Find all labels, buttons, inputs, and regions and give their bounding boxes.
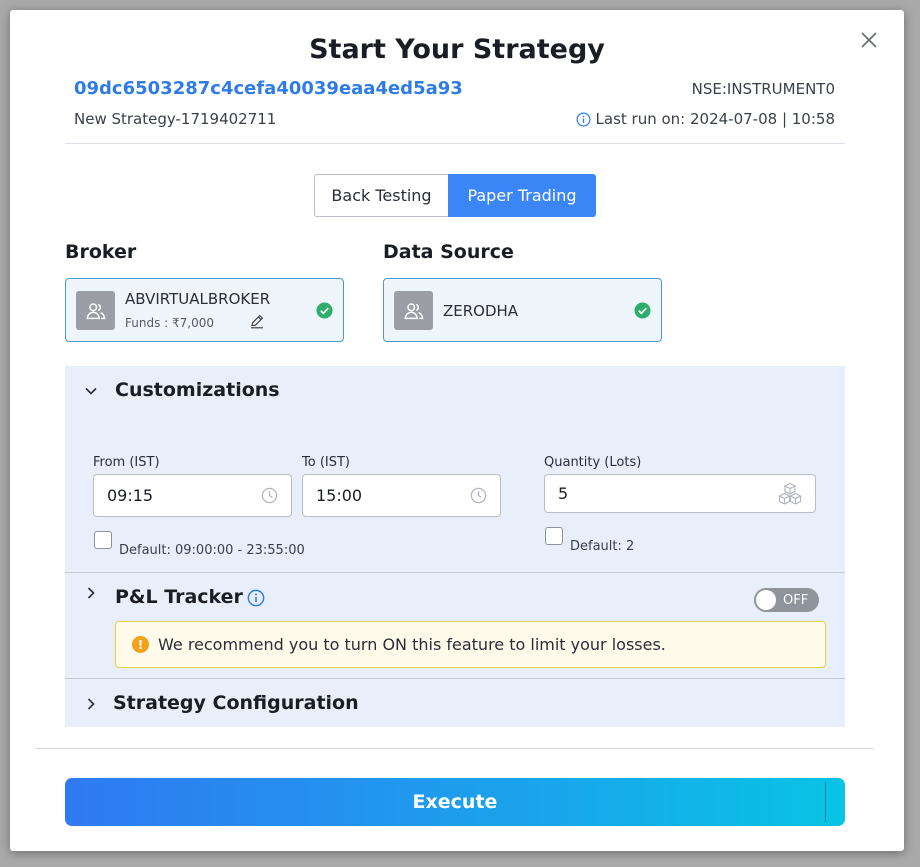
clock-icon bbox=[261, 487, 278, 504]
chevron-right-icon bbox=[87, 587, 95, 599]
broker-card[interactable]: ABVIRTUALBROKER Funds : ₹7,000 bbox=[65, 278, 344, 342]
clock-icon bbox=[470, 487, 487, 504]
quantity-default-label: Default: 2 bbox=[570, 539, 635, 554]
chevron-right-icon bbox=[87, 698, 95, 710]
last-run-text: Last run on: 2024-07-08 | 10:58 bbox=[595, 110, 835, 128]
toggle-knob bbox=[756, 590, 776, 610]
header-divider bbox=[65, 143, 845, 144]
execute-button[interactable]: Execute bbox=[65, 778, 845, 826]
to-time-input[interactable]: 15:00 bbox=[302, 474, 501, 517]
footer-divider bbox=[35, 748, 874, 749]
tab-back-testing[interactable]: Back Testing bbox=[314, 174, 448, 217]
instrument-label: NSE:INSTRUMENT0 bbox=[691, 80, 835, 98]
info-icon bbox=[576, 112, 591, 126]
pnl-tracker-header[interactable]: P&L Tracker bbox=[65, 573, 845, 613]
modal-title: Start Your Strategy bbox=[309, 34, 605, 65]
start-strategy-modal: Start Your Strategy 09dc6503287c4cefa400… bbox=[10, 10, 904, 851]
to-time-value: 15:00 bbox=[316, 486, 363, 505]
strategy-name: New Strategy-1719402711 bbox=[74, 110, 277, 128]
pnl-warning-text: We recommend you to turn ON this feature… bbox=[158, 635, 666, 654]
quantity-label: Quantity (Lots) bbox=[544, 455, 642, 470]
time-default-checkbox[interactable] bbox=[94, 531, 112, 549]
tab-paper-trading[interactable]: Paper Trading bbox=[448, 174, 596, 217]
from-time-value: 09:15 bbox=[107, 486, 154, 505]
chevron-down-icon bbox=[85, 387, 97, 395]
broker-funds: Funds : ₹7,000 bbox=[125, 316, 214, 330]
edit-icon[interactable] bbox=[249, 313, 265, 329]
broker-heading: Broker bbox=[65, 241, 137, 263]
last-run-info: Last run on: 2024-07-08 | 10:58 bbox=[576, 110, 835, 128]
to-label: To (IST) bbox=[302, 455, 350, 470]
from-time-input[interactable]: 09:15 bbox=[93, 474, 292, 517]
check-circle-icon bbox=[634, 302, 651, 319]
customizations-title: Customizations bbox=[115, 379, 280, 401]
pnl-warning-banner: ! We recommend you to turn ON this featu… bbox=[115, 621, 826, 668]
pnl-tracker-toggle[interactable]: OFF bbox=[754, 588, 819, 612]
data-source-card[interactable]: ZERODHA bbox=[383, 278, 662, 342]
cubes-icon bbox=[778, 482, 802, 505]
mode-tabs: Back Testing Paper Trading bbox=[314, 174, 596, 217]
data-source-name: ZERODHA bbox=[443, 302, 519, 320]
strategy-configuration-title: Strategy Configuration bbox=[113, 692, 359, 714]
data-source-heading: Data Source bbox=[383, 241, 514, 263]
strategy-id-link[interactable]: 09dc6503287c4cefa40039eaa4ed5a93 bbox=[74, 78, 463, 99]
toggle-state-label: OFF bbox=[783, 593, 809, 608]
quantity-input[interactable]: 5 bbox=[544, 474, 816, 513]
warning-icon: ! bbox=[132, 636, 149, 653]
settings-panel: Customizations From (IST) 09:15 To (IST)… bbox=[65, 366, 845, 727]
from-label: From (IST) bbox=[93, 455, 160, 470]
button-separator bbox=[825, 782, 826, 822]
user-icon bbox=[76, 291, 115, 330]
pnl-tracker-title: P&L Tracker bbox=[115, 586, 243, 608]
quantity-value: 5 bbox=[558, 484, 569, 503]
strategy-configuration-header[interactable]: Strategy Configuration bbox=[65, 679, 845, 727]
quantity-default-checkbox[interactable] bbox=[545, 527, 563, 545]
info-icon[interactable] bbox=[247, 589, 265, 607]
execute-label: Execute bbox=[412, 791, 498, 813]
broker-name: ABVIRTUALBROKER bbox=[125, 290, 271, 308]
time-default-label: Default: 09:00:00 - 23:55:00 bbox=[119, 543, 305, 558]
customizations-header[interactable]: Customizations bbox=[65, 366, 845, 416]
user-icon bbox=[394, 291, 433, 330]
check-circle-icon bbox=[316, 302, 333, 319]
